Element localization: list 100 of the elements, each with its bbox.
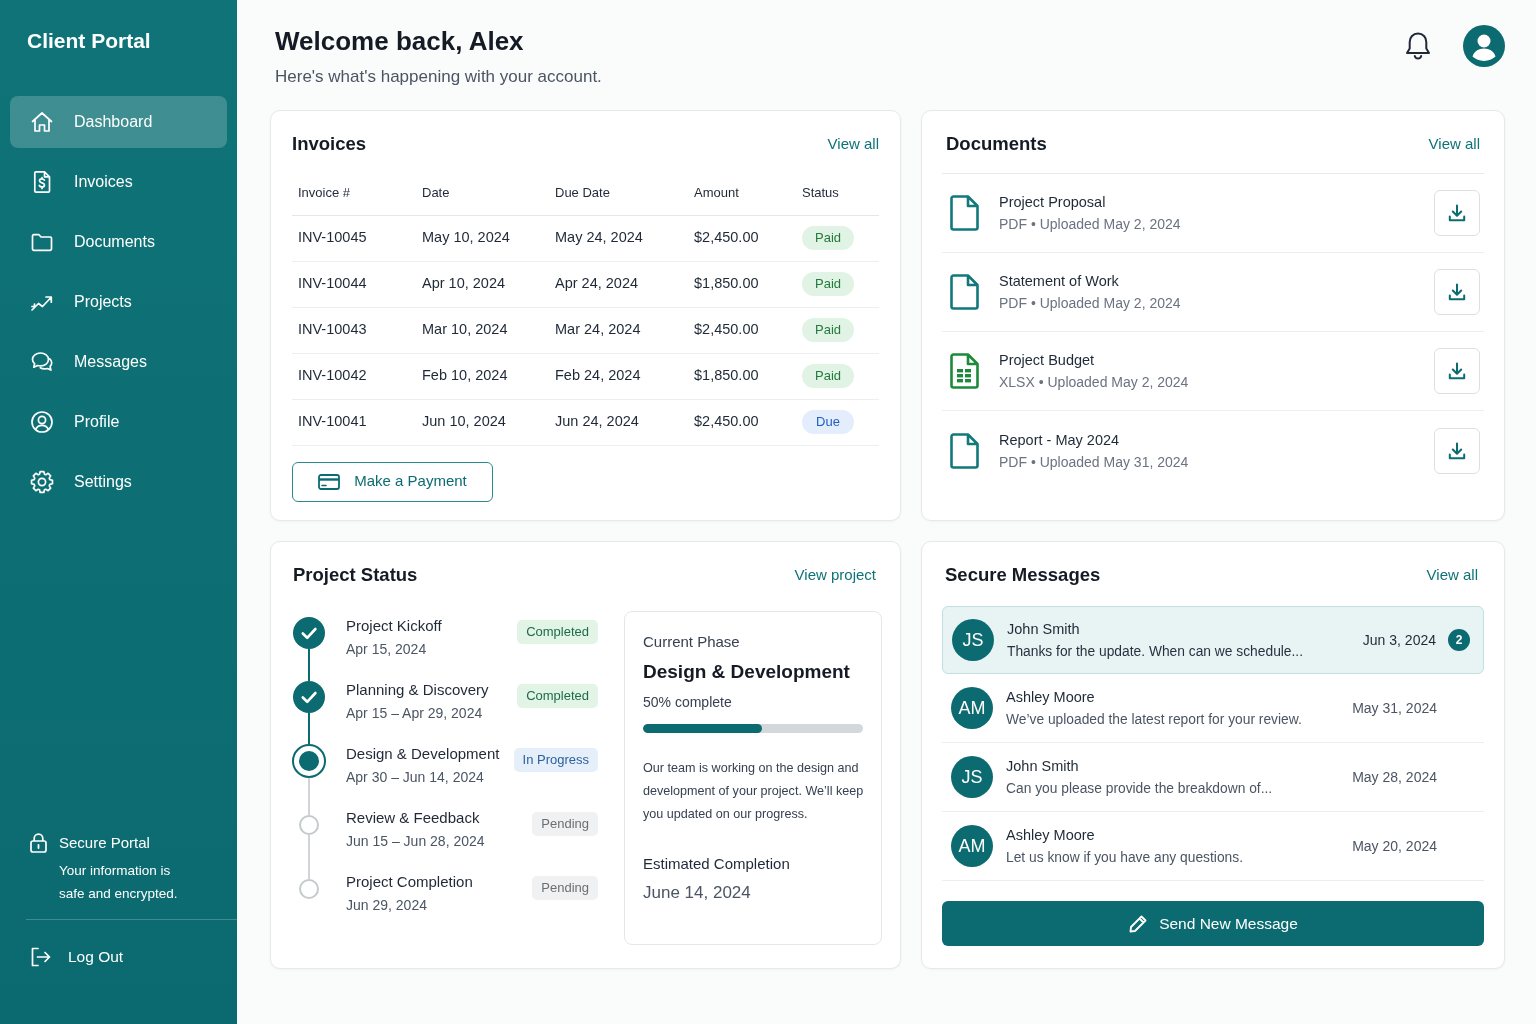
view-link[interactable]: View project (794, 564, 876, 586)
avatar: AM (951, 825, 993, 867)
nav-item[interactable]: Profile (10, 396, 227, 448)
bell-icon[interactable] (1405, 31, 1431, 61)
pencil-icon (1128, 913, 1149, 934)
card-title: Secure Messages (945, 563, 1101, 587)
sender-name: Ashley Moore (1006, 687, 1096, 707)
phase-name: Review & Feedback (346, 808, 481, 828)
download-button[interactable] (1434, 190, 1480, 236)
invoice-due-date: Jun 24, 2024 (555, 413, 639, 430)
message-preview: Can you please provide the breakdown of... (1006, 779, 1273, 798)
view-link[interactable]: View all (1426, 564, 1478, 586)
invoice-date: Mar 10, 2024 (422, 321, 508, 338)
chat-bubbles-icon (30, 350, 54, 374)
download-button[interactable] (1434, 427, 1480, 474)
message-item[interactable]: AM Ashley Moore We’ve uploaded the latest report for your review. May 31, 2024 (942, 674, 1484, 743)
settings-icon (30, 470, 54, 494)
nav-item[interactable]: Messages (10, 336, 227, 388)
message-item[interactable]: JS John Smith Can you please provide the breakdown of... May 28, 2024 (942, 743, 1484, 812)
nav-item[interactable]: Dashboard (10, 96, 227, 148)
sender-name: John Smith (1006, 756, 1080, 776)
document-meta: PDF • Uploaded May 2, 2024 (999, 294, 1181, 313)
progress-label: 50% complete (643, 693, 733, 712)
estimate-date: June 14, 2024 (643, 882, 752, 904)
invoice-due-date: May 24, 2024 (555, 229, 643, 246)
phase-dates: Jun 15 – Jun 28, 2024 (346, 832, 485, 851)
invoice-amount: $1,850.00 (694, 275, 759, 292)
avatar: AM (951, 687, 993, 729)
invoice-due-date: Mar 24, 2024 (555, 321, 641, 338)
phase-dates: Apr 15 – Apr 29, 2024 (346, 704, 484, 723)
invoice-date: May 10, 2024 (422, 229, 510, 246)
status-badge: Pending (532, 812, 598, 836)
nav-item[interactable]: Invoices (10, 156, 227, 208)
unread-count: 2 (1448, 629, 1470, 651)
status-badge: Paid (802, 272, 854, 296)
home-icon (30, 110, 54, 134)
invoice-date: Jun 10, 2024 (422, 413, 506, 430)
status-badge: Completed (517, 620, 598, 644)
column-header: Invoice # (298, 185, 351, 200)
send-message-button[interactable]: Send New Message (942, 901, 1484, 946)
status-badge: Paid (802, 318, 854, 342)
column-header: Amount (694, 185, 739, 200)
document-name: Report - May 2024 (999, 430, 1121, 450)
nav-item[interactable]: Documents (10, 216, 227, 268)
avatar: JS (952, 619, 994, 661)
document-name: Statement of Work (999, 272, 1120, 291)
sender-name: Ashley Moore (1006, 825, 1096, 845)
download-icon (1447, 203, 1467, 223)
message-item[interactable]: AM Ashley Moore Let us know if you have any questions. May 20, 2024 (942, 812, 1484, 881)
phase-name: Design & Development (346, 744, 500, 764)
nav-item[interactable]: Settings (10, 456, 227, 508)
message-date: May 31, 2024 (1352, 698, 1437, 718)
status-badge: Paid (802, 226, 854, 250)
download-icon (1447, 440, 1467, 461)
file-icon (949, 274, 980, 310)
invoice-amount: $1,850.00 (694, 367, 759, 384)
phase-dates: Apr 15, 2024 (346, 640, 428, 659)
status-badge: Pending (532, 876, 598, 900)
invoice-number: INV-10041 (298, 413, 367, 430)
user-avatar-icon[interactable] (1463, 25, 1505, 67)
message-preview: We’ve uploaded the latest report for your review. (1006, 710, 1302, 729)
message-item[interactable]: JS John Smith Thanks for the update. When can we schedule... Jun 3, 2024 2 (942, 606, 1484, 674)
invoice-due-date: Apr 24, 2024 (555, 275, 639, 292)
phase-description: Our team is working on the design and development of your project. We’ll keep you updated on our progress. (643, 760, 865, 823)
credit-card-icon (318, 473, 341, 490)
invoice-number: INV-10044 (298, 275, 367, 292)
message-date: May 28, 2024 (1352, 767, 1437, 787)
document-name: Project Budget (999, 351, 1096, 370)
download-button[interactable] (1434, 348, 1480, 394)
document-meta: PDF • Uploaded May 31, 2024 (999, 452, 1189, 472)
document-name: Project Proposal (999, 193, 1107, 212)
message-preview: Let us know if you have any questions. (1006, 848, 1243, 867)
user-circle-icon (30, 410, 54, 434)
estimate-label: Estimated Completion (643, 854, 791, 874)
column-header: Status (802, 185, 839, 200)
document-meta: XLSX • Uploaded May 2, 2024 (999, 373, 1189, 392)
phase-dates: Jun 29, 2024 (346, 896, 428, 915)
download-button[interactable] (1434, 269, 1480, 315)
nav-item[interactable]: Projects (10, 276, 227, 328)
view-link[interactable]: View all (1428, 133, 1480, 155)
invoice-number: INV-10043 (298, 321, 367, 338)
download-icon (1447, 282, 1467, 302)
download-icon (1447, 361, 1467, 381)
invoice-number: INV-10045 (298, 229, 367, 246)
status-badge: Completed (517, 684, 598, 708)
invoice-number: INV-10042 (298, 367, 367, 384)
document-meta: PDF • Uploaded May 2, 2024 (999, 215, 1181, 234)
view-link[interactable]: View all (827, 133, 879, 155)
make-payment-button[interactable]: Make a Payment (292, 461, 493, 502)
logout-button[interactable]: Log Out (30, 945, 124, 969)
message-date: May 20, 2024 (1352, 836, 1437, 856)
column-header: Due Date (555, 185, 610, 200)
card-title: Project Status (293, 563, 418, 587)
sender-name: John Smith (1007, 619, 1081, 639)
panel-label: Current Phase (643, 632, 741, 652)
phase-dates: Apr 30 – Jun 14, 2024 (346, 768, 485, 787)
current-phase-title: Design & Development (643, 660, 851, 684)
logout-icon (30, 947, 51, 967)
invoice-due-date: Feb 24, 2024 (555, 367, 641, 384)
card-title: Invoices (292, 132, 367, 156)
